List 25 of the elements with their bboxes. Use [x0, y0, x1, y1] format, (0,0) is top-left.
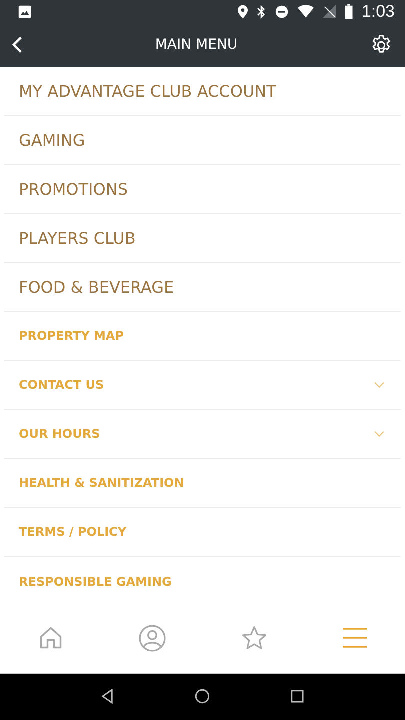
menu-item[interactable]: GAMING [4, 116, 401, 166]
menu-item[interactable]: MY ADVANTAGE CLUB ACCOUNT [4, 67, 401, 116]
back-icon[interactable] [100, 689, 114, 704]
image-icon [18, 4, 32, 19]
header-title: MAIN MENU [155, 37, 238, 54]
menu-item[interactable]: RESPONSIBLE GAMING [4, 557, 401, 606]
location-icon [238, 4, 248, 19]
battery-icon [344, 4, 353, 20]
menu-item[interactable]: PLAYERS CLUB [4, 214, 401, 264]
chevron-down-icon [374, 430, 385, 438]
menu-item[interactable]: OUR HOURS [4, 410, 401, 460]
recents-square-icon[interactable] [291, 690, 304, 704]
chevron-down-icon [374, 382, 385, 389]
menu-item[interactable]: PROMOTIONS [4, 165, 401, 214]
bluetooth-icon [256, 4, 266, 19]
menu-item[interactable]: HEALTH & SANITIZATION [4, 459, 401, 508]
menu-item[interactable]: PROPERTY MAP [4, 312, 401, 362]
menu-item[interactable]: CONTACT US [4, 361, 401, 410]
menu-item[interactable]: FOOD & BEVERAGE [4, 263, 401, 312]
do-not-disturb-icon [274, 4, 289, 19]
no-signal-icon [322, 5, 336, 18]
wifi-icon [298, 5, 314, 18]
home-circle-icon[interactable] [194, 689, 210, 704]
menu-item[interactable]: TERMS / POLICY [4, 508, 401, 558]
clock-time: 1:03 [362, 2, 395, 22]
